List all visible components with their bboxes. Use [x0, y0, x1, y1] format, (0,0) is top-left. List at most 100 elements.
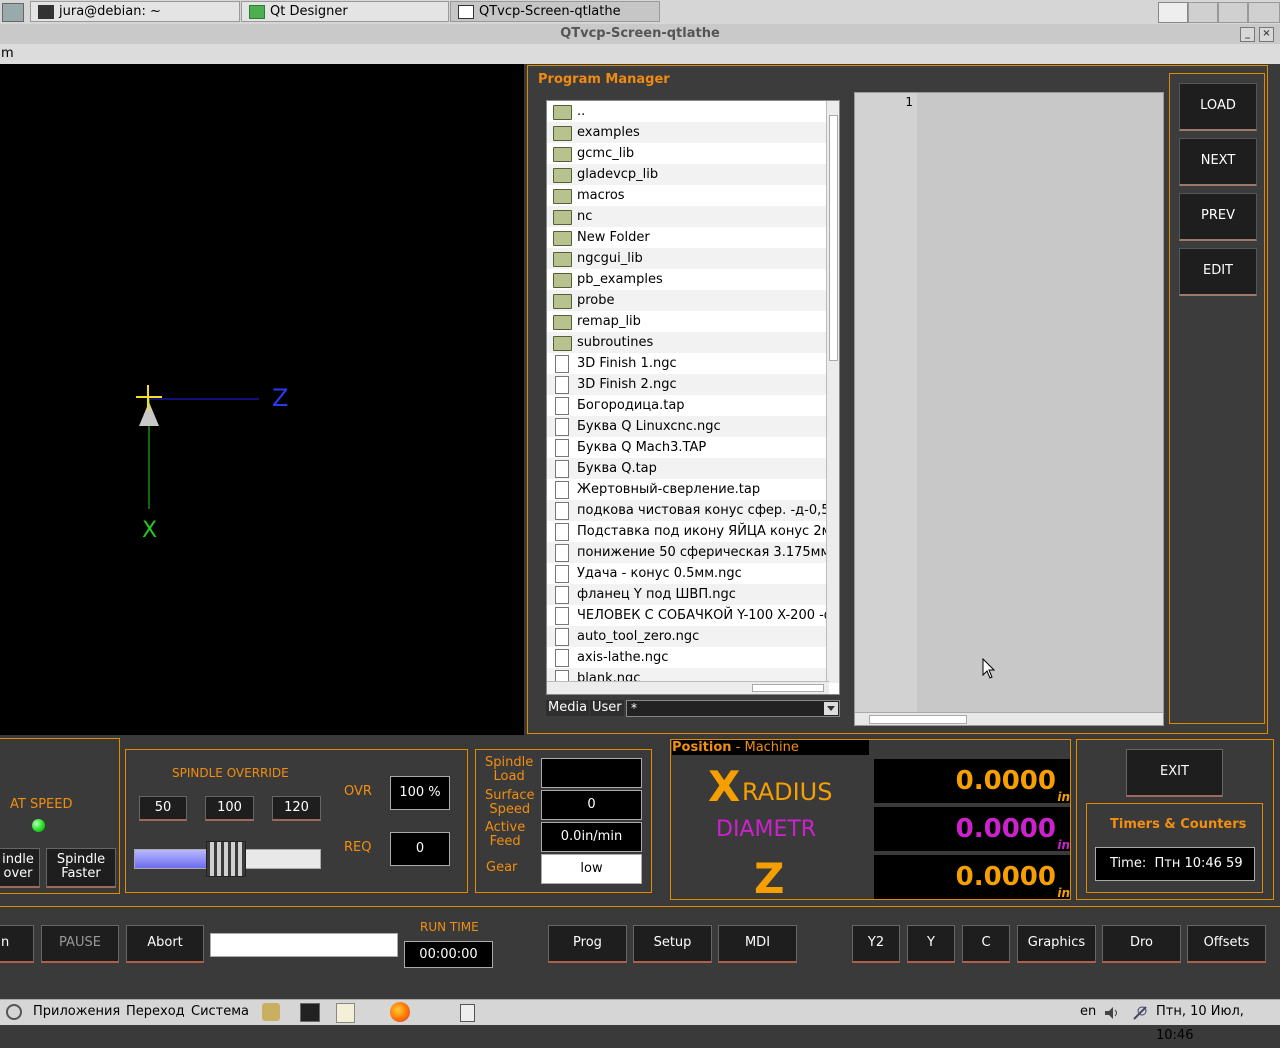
- file-list-item[interactable]: macros: [547, 185, 829, 206]
- volume-icon[interactable]: [1104, 1005, 1120, 1019]
- file-filter-select[interactable]: *: [626, 700, 840, 717]
- file-list-item[interactable]: подкова чистовая конус сфер. -д-0,5м: [547, 500, 829, 521]
- setup-button[interactable]: Setup: [633, 925, 712, 963]
- pause-button[interactable]: PAUSE: [41, 925, 119, 963]
- spindle-slower-button[interactable]: indle over: [0, 848, 40, 888]
- graphics-view[interactable]: Z X: [0, 64, 524, 735]
- file-list-item[interactable]: Жертовный-сверление.tap: [547, 479, 829, 500]
- file-list-item[interactable]: ЧЕЛОВЕК С СОБАЧКОЙ Y-100 X-200 -фр: [547, 605, 829, 626]
- load-button[interactable]: LOAD: [1179, 83, 1257, 131]
- dro-button[interactable]: Dro: [1102, 925, 1181, 963]
- spindle-override-slider[interactable]: [134, 841, 321, 877]
- file-list-item[interactable]: Буква Q Linuxcnc.ngc: [547, 416, 829, 437]
- preset-120-button[interactable]: 120: [272, 796, 321, 821]
- file-list-vscroll[interactable]: [826, 101, 839, 683]
- gcode-editor[interactable]: 1: [854, 92, 1164, 726]
- file-list-item[interactable]: pb_examples: [547, 269, 829, 290]
- file-list-item[interactable]: 3D Finish 1.ngc: [547, 353, 829, 374]
- exit-button[interactable]: EXIT: [1126, 749, 1223, 797]
- workspace-4[interactable]: [1248, 2, 1280, 23]
- keyboard-layout[interactable]: en: [1080, 1000, 1096, 1024]
- debian-logo-icon[interactable]: [6, 1004, 22, 1020]
- active-feed-value: 0.0in/min: [541, 822, 642, 852]
- mdi-button[interactable]: MDI: [718, 925, 797, 963]
- prev-button[interactable]: PREV: [1179, 193, 1257, 241]
- file-list-item[interactable]: axis-lathe.ngc: [547, 647, 829, 668]
- show-desktop-icon[interactable]: [2, 3, 24, 22]
- spindle-faster-button[interactable]: Spindle Faster: [46, 848, 116, 888]
- mdi-command-input[interactable]: [210, 933, 398, 957]
- slider-handle[interactable]: [206, 841, 246, 877]
- scroll-thumb[interactable]: [829, 115, 838, 361]
- abort-button[interactable]: Abort: [126, 925, 204, 963]
- next-button[interactable]: NEXT: [1179, 138, 1257, 186]
- system-menu[interactable]: Система: [191, 1000, 249, 1024]
- file-name: ..: [577, 104, 586, 119]
- terminal-launcher-icon[interactable]: [300, 1003, 320, 1022]
- network-icon[interactable]: [1132, 1005, 1148, 1020]
- file-list-item[interactable]: 3D Finish 2.ngc: [547, 374, 829, 395]
- task-terminal[interactable]: jura@debian: ~: [30, 1, 240, 22]
- prog-button[interactable]: Prog: [548, 925, 627, 963]
- file-name: macros: [577, 188, 625, 203]
- chevron-down-icon[interactable]: [824, 702, 838, 715]
- file-list-item[interactable]: понижение 50 сферическая 3.175мм_с: [547, 542, 829, 563]
- diameter-label: DIAMETR: [716, 817, 817, 842]
- file-list-item[interactable]: Богородица.tap: [547, 395, 829, 416]
- file-name: Буква Q Mach3.TAP: [577, 440, 707, 455]
- workspace-3[interactable]: [1218, 2, 1248, 23]
- file-list-item[interactable]: nc: [547, 206, 829, 227]
- file-list-hscroll[interactable]: [547, 681, 829, 694]
- preset-50-button[interactable]: 50: [139, 796, 187, 821]
- scroll-thumb[interactable]: [752, 684, 824, 692]
- file-list-item[interactable]: New Folder: [547, 227, 829, 248]
- c-button[interactable]: C: [962, 925, 1010, 963]
- offsets-button[interactable]: Offsets: [1187, 925, 1266, 963]
- file-list-item[interactable]: subroutines: [547, 332, 829, 353]
- file-list-item[interactable]: probe: [547, 290, 829, 311]
- preset-100-button[interactable]: 100: [205, 796, 254, 821]
- firefox-icon[interactable]: [390, 1002, 410, 1022]
- tab-media[interactable]: Media: [546, 700, 590, 716]
- close-button[interactable]: ×: [1259, 27, 1274, 42]
- places-menu[interactable]: Переход: [126, 1000, 185, 1024]
- file-list-item[interactable]: gladevcp_lib: [547, 164, 829, 185]
- linuxcnc-launcher-icon[interactable]: [262, 1003, 280, 1021]
- file-list-item[interactable]: remap_lib: [547, 311, 829, 332]
- edit-button[interactable]: EDIT: [1179, 248, 1257, 296]
- file-list-item[interactable]: Буква Q Mach3.TAP: [547, 437, 829, 458]
- dro-number: 0.0000: [955, 766, 1056, 796]
- trash-icon[interactable]: [460, 1004, 475, 1022]
- graphics-button[interactable]: Graphics: [1017, 925, 1096, 963]
- y2-button[interactable]: Y2: [852, 925, 900, 963]
- text-editor-icon[interactable]: [336, 1003, 355, 1023]
- folder-icon: [553, 315, 572, 330]
- menu-item-stub[interactable]: m: [0, 46, 14, 61]
- applications-menu[interactable]: Приложения: [33, 1000, 120, 1024]
- file-list-item[interactable]: фланец Y под ШВП.ngc: [547, 584, 829, 605]
- file-list[interactable]: .. examples gcmc_lib gladevcp_libmacros nc Ne…: [546, 100, 840, 695]
- file-list-item[interactable]: auto_tool_zero.ngc: [547, 626, 829, 647]
- scroll-thumb[interactable]: [869, 715, 967, 724]
- workspace-1[interactable]: [1158, 2, 1188, 23]
- tab-user[interactable]: User: [590, 700, 624, 716]
- editor-hscroll[interactable]: [855, 712, 1163, 725]
- gear-value[interactable]: low: [541, 854, 642, 884]
- file-list-item[interactable]: Подставка под икону ЯЙЦА конус 2мм: [547, 521, 829, 542]
- file-list-item[interactable]: ..: [547, 101, 829, 122]
- file-list-item[interactable]: Буква Q.tap: [547, 458, 829, 479]
- clock[interactable]: Птн, 10 Июл, 10:46: [1156, 1000, 1280, 1048]
- file-list-item[interactable]: Удача - конус 0.5мм.ngc: [547, 563, 829, 584]
- task-qt-designer[interactable]: Qt Designer: [241, 1, 449, 22]
- file-list-item[interactable]: ngcgui_lib: [547, 248, 829, 269]
- run-button[interactable]: n: [0, 925, 34, 963]
- workspace-2[interactable]: [1188, 2, 1218, 23]
- lbl-line: Spindle: [485, 755, 534, 770]
- file-list-item[interactable]: examples: [547, 122, 829, 143]
- y-button[interactable]: Y: [907, 925, 955, 963]
- file-name: Жертовный-сверление.tap: [577, 482, 761, 497]
- file-list-item[interactable]: gcmc_lib: [547, 143, 829, 164]
- task-qtvcp[interactable]: QTvcp-Screen-qtlathe: [450, 1, 660, 22]
- minimize-button[interactable]: _: [1240, 27, 1255, 42]
- surface-speed-value: 0: [541, 790, 642, 820]
